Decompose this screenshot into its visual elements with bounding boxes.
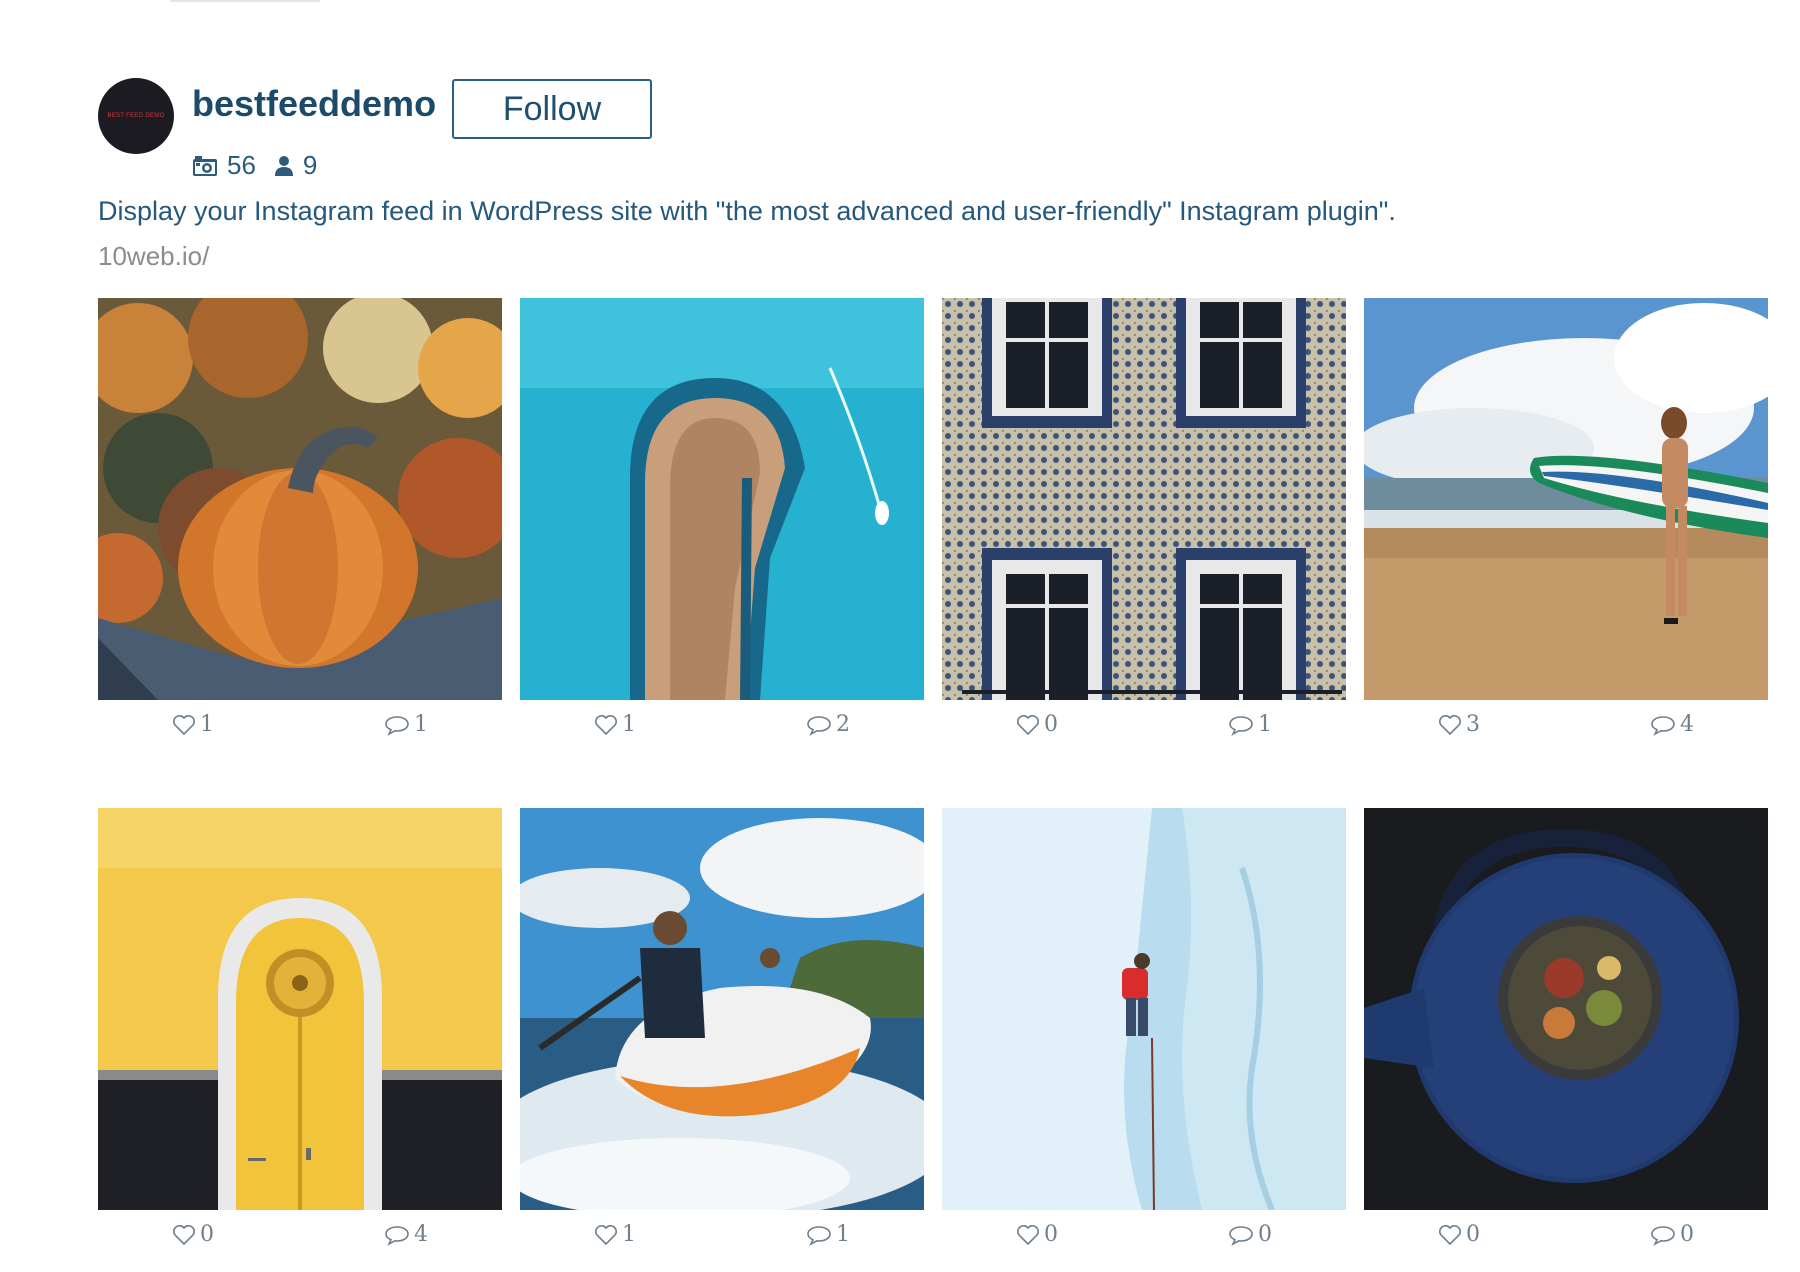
likes[interactable]: 1 [172,712,214,737]
comments[interactable]: 1 [384,712,428,737]
heart-outline-icon [1017,714,1039,735]
likes[interactable]: 1 [594,712,636,737]
post-image-boat[interactable] [520,808,924,1210]
comments[interactable]: 2 [806,712,850,737]
likes-count: 0 [1466,1222,1480,1247]
comments-count: 1 [414,712,428,737]
post-image-facade[interactable] [942,298,1346,700]
feed-item: 1 2 [520,298,924,752]
post-image-yellow-door[interactable] [98,808,502,1210]
followers-count-stat: 9 [274,150,317,181]
likes-count: 0 [200,1222,214,1247]
post-image-pumpkins[interactable] [98,298,502,700]
feed-item: 0 4 [98,808,502,1262]
speech-bubble-icon [807,715,831,736]
speech-bubble-icon [807,1225,831,1246]
camera-icon [192,155,218,177]
comments-count: 1 [836,1222,850,1247]
follow-button[interactable]: Follow [452,79,652,139]
comments[interactable]: 1 [1228,712,1272,737]
heart-outline-icon [173,1224,195,1245]
comments[interactable]: 4 [384,1222,428,1247]
feed-item: 0 1 [942,298,1346,752]
likes[interactable]: 1 [594,1222,636,1247]
post-meta: 0 1 [942,700,1346,752]
heart-outline-icon [1439,1224,1461,1245]
likes[interactable]: 0 [1016,1222,1058,1247]
comments[interactable]: 1 [806,1222,850,1247]
speech-bubble-icon [1651,715,1675,736]
feed-item: 0 0 [1364,808,1768,1262]
post-meta: 1 2 [520,700,924,752]
media-count-stat: 56 [192,150,256,181]
speech-bubble-icon [1229,715,1253,736]
speech-bubble-icon [1651,1225,1675,1246]
post-meta: 3 4 [1364,700,1768,752]
comments[interactable]: 0 [1650,1222,1694,1247]
heart-outline-icon [173,714,195,735]
post-meta: 1 1 [98,700,502,752]
likes[interactable]: 0 [172,1222,214,1247]
comments-count: 4 [414,1222,428,1247]
post-meta: 1 1 [520,1210,924,1262]
speech-bubble-icon [1229,1225,1253,1246]
feed-item: 0 0 [942,808,1346,1262]
user-icon [274,155,294,177]
likes[interactable]: 0 [1016,712,1058,737]
likes-count: 0 [1044,712,1058,737]
username[interactable]: bestfeeddemo [192,83,436,125]
likes[interactable]: 3 [1438,712,1480,737]
post-image-breakwater[interactable] [520,298,924,700]
media-count: 56 [227,150,256,180]
feed-item: 1 1 [98,298,502,752]
comments[interactable]: 4 [1650,712,1694,737]
profile-stats: 56 9 [192,150,327,181]
likes-count: 1 [200,712,214,737]
likes-count: 0 [1044,1222,1058,1247]
post-meta: 0 0 [942,1210,1346,1262]
post-image-ice-climber[interactable] [942,808,1346,1210]
post-meta: 0 4 [98,1210,502,1262]
speech-bubble-icon [385,1225,409,1246]
likes-count: 1 [622,1222,636,1247]
likes-count: 1 [622,712,636,737]
website-link[interactable]: 10web.io/ [98,241,209,272]
feed-item: 1 1 [520,808,924,1262]
comments-count: 0 [1680,1222,1694,1247]
top-divider [170,0,320,2]
post-image-surfer[interactable] [1364,298,1768,700]
profile-header: BEST FEED DEMO bestfeeddemo Follow 56 9 … [98,78,1698,278]
heart-outline-icon [595,1224,617,1245]
heart-outline-icon [1017,1224,1039,1245]
feed-item: 3 4 [1364,298,1768,752]
likes[interactable]: 0 [1438,1222,1480,1247]
post-meta: 0 0 [1364,1210,1768,1262]
speech-bubble-icon [385,715,409,736]
comments[interactable]: 0 [1228,1222,1272,1247]
comments-count: 2 [836,712,850,737]
comments-count: 1 [1258,712,1272,737]
heart-outline-icon [1439,714,1461,735]
avatar[interactable]: BEST FEED DEMO [98,78,174,154]
heart-outline-icon [595,714,617,735]
comments-count: 0 [1258,1222,1272,1247]
followers-count: 9 [302,150,318,180]
post-image-teapot[interactable] [1364,808,1768,1210]
profile-bio: Display your Instagram feed in WordPress… [98,196,1396,226]
comments-count: 4 [1680,712,1694,737]
avatar-logo-text: BEST FEED DEMO [107,113,165,119]
likes-count: 3 [1466,712,1480,737]
